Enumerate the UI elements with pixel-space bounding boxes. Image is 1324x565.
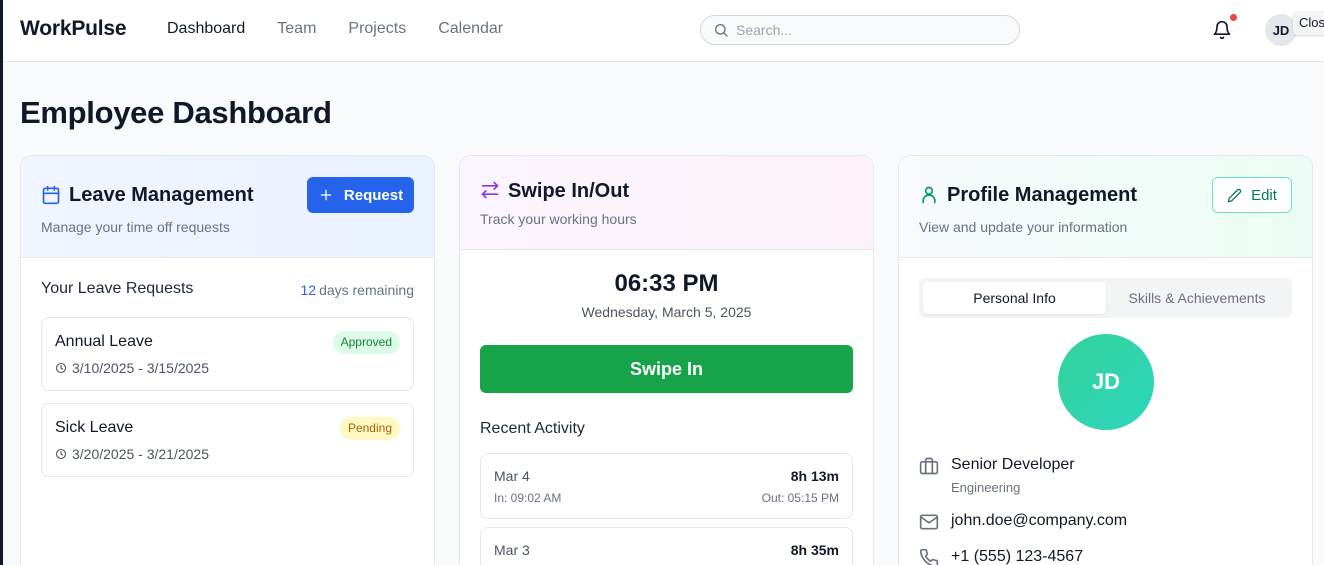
leave-dates: 3/20/2025 - 3/21/2025 xyxy=(55,446,209,462)
profile-avatar: JD xyxy=(1058,334,1154,430)
swipe-in-button[interactable]: Swipe In xyxy=(480,345,853,393)
swipe-card-title: Swipe In/Out xyxy=(508,180,630,202)
profile-department: Engineering xyxy=(951,480,1021,495)
leave-card-header: Leave Management Manage your time off re… xyxy=(21,156,434,258)
leave-card-title: Leave Management xyxy=(69,184,254,206)
days-remaining-label: days remaining xyxy=(319,282,414,298)
leave-date-range: 3/10/2025 - 3/15/2025 xyxy=(72,360,210,376)
request-button-label: Request xyxy=(343,186,404,204)
swipe-card: Swipe In/Out Track your working hours 06… xyxy=(459,155,874,565)
swipe-card-header: Swipe In/Out Track your working hours xyxy=(460,156,873,250)
request-leave-button[interactable]: Request xyxy=(307,177,414,213)
recent-activity-heading: Recent Activity xyxy=(480,420,585,437)
arrows-swap-icon xyxy=(481,181,499,199)
swipe-card-subtitle: Track your working hours xyxy=(480,211,637,227)
leave-dates: 3/10/2025 - 3/15/2025 xyxy=(55,360,209,376)
phone-icon xyxy=(919,548,939,565)
leave-request-item[interactable]: Annual Leave 3/10/2025 - 3/15/2025 Appro… xyxy=(41,317,414,391)
days-remaining-count: 12 xyxy=(300,282,317,298)
profile-card-header: Profile Management View and update your … xyxy=(899,156,1312,258)
top-navbar: WorkPulse Dashboard Team Projects Calend… xyxy=(0,0,1324,62)
plus-icon xyxy=(320,189,332,201)
profile-tabs: Personal Info Skills & Achievements xyxy=(919,278,1292,318)
notification-dot xyxy=(1230,14,1237,21)
bell-icon[interactable] xyxy=(1212,20,1232,40)
search-bar[interactable] xyxy=(700,15,1020,45)
nav-calendar[interactable]: Calendar xyxy=(438,20,503,38)
tab-personal-info[interactable]: Personal Info xyxy=(923,282,1106,314)
current-time: 06:33 PM xyxy=(614,270,719,297)
brand-logo[interactable]: WorkPulse xyxy=(20,17,127,41)
clock-icon xyxy=(55,362,67,374)
activity-date: Mar 3 xyxy=(494,542,530,558)
activity-duration: 8h 13m xyxy=(790,468,839,484)
leave-management-card: Leave Management Manage your time off re… xyxy=(20,155,435,565)
leave-type: Annual Leave xyxy=(55,333,153,350)
leave-date-range: 3/20/2025 - 3/21/2025 xyxy=(72,446,210,462)
activity-out-time: Out: 05:15 PM xyxy=(761,491,839,505)
status-badge-pending: Pending xyxy=(339,417,400,440)
profile-position: Senior Developer xyxy=(951,456,1075,473)
activity-row: Mar 4 8h 13m In: 09:02 AM Out: 05:15 PM xyxy=(480,453,853,519)
activity-in-time: In: 09:02 AM xyxy=(494,491,562,505)
nav-projects[interactable]: Projects xyxy=(348,20,406,38)
nav-dashboard[interactable]: Dashboard xyxy=(167,20,245,38)
days-remaining: 12 days remaining xyxy=(300,282,414,298)
leave-card-subtitle: Manage your time off requests xyxy=(41,219,230,235)
nav-team[interactable]: Team xyxy=(277,20,316,38)
profile-email[interactable]: john.doe@company.com xyxy=(951,512,1127,530)
leave-request-item[interactable]: Sick Leave 3/20/2025 - 3/21/2025 Pending xyxy=(41,403,414,477)
search-input[interactable] xyxy=(736,22,996,38)
tab-skills-achievements[interactable]: Skills & Achievements xyxy=(1106,282,1288,314)
leave-requests-heading: Your Leave Requests xyxy=(41,280,194,297)
profile-phone[interactable]: +1 (555) 123-4567 xyxy=(951,548,1083,565)
page-title: Employee Dashboard xyxy=(20,95,332,130)
profile-card-subtitle: View and update your information xyxy=(919,219,1128,235)
close-tooltip[interactable]: Clos xyxy=(1293,11,1324,35)
briefcase-icon xyxy=(919,457,939,475)
leave-type: Sick Leave xyxy=(55,419,134,436)
profile-card-title: Profile Management xyxy=(947,184,1138,206)
window-edge xyxy=(0,0,3,565)
mail-icon xyxy=(919,514,939,530)
clock-icon xyxy=(55,448,67,460)
current-date: Wednesday, March 5, 2025 xyxy=(581,304,752,320)
main-nav: Dashboard Team Projects Calendar xyxy=(167,20,503,38)
edit-button-label: Edit xyxy=(1251,186,1277,204)
activity-duration: 8h 35m xyxy=(790,542,839,558)
search-icon xyxy=(715,24,728,37)
status-badge-approved: Approved xyxy=(332,331,400,354)
activity-row: Mar 3 8h 35m xyxy=(480,527,853,565)
activity-date: Mar 4 xyxy=(494,468,530,484)
edit-profile-button[interactable]: Edit xyxy=(1212,177,1292,213)
profile-card: Profile Management View and update your … xyxy=(898,155,1313,565)
user-icon xyxy=(922,186,936,204)
calendar-icon xyxy=(42,185,60,205)
pencil-icon xyxy=(1227,188,1242,202)
